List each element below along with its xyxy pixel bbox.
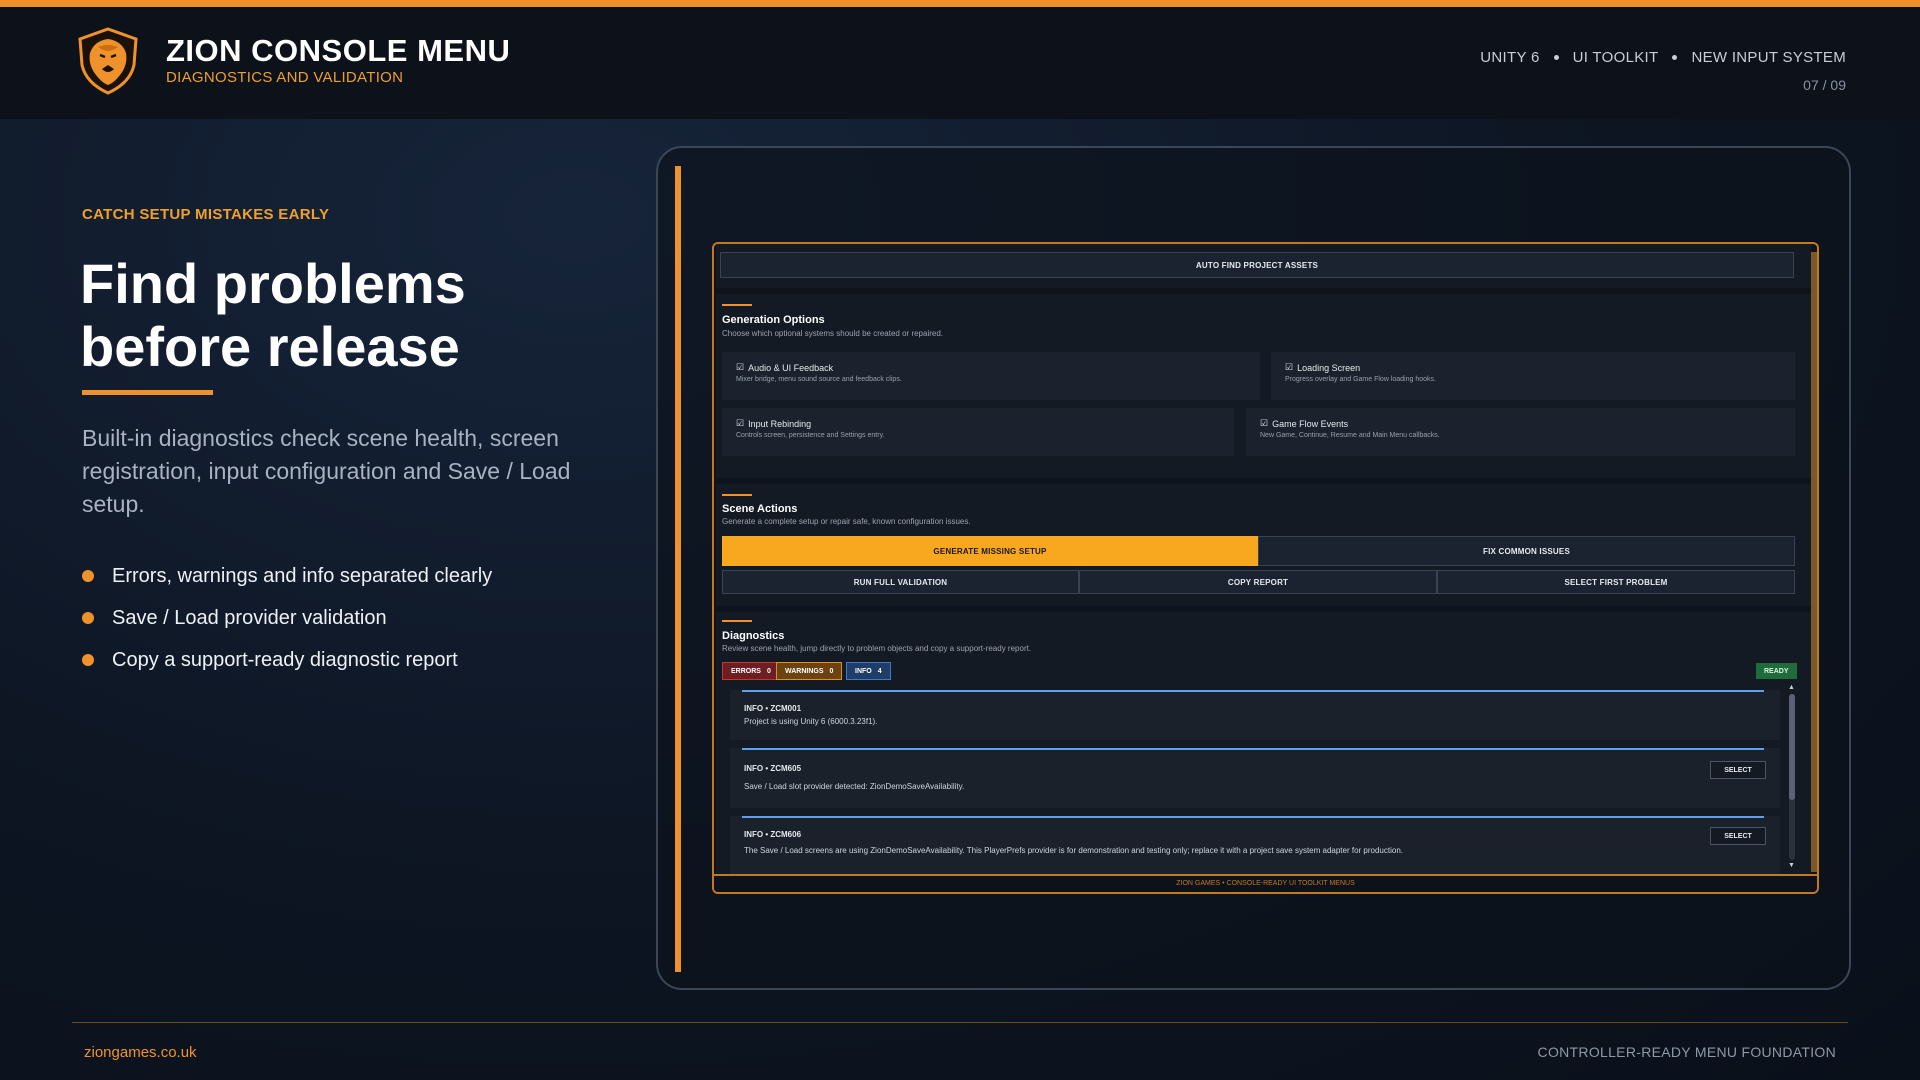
tech-input-system: NEW INPUT SYSTEM [1691, 49, 1846, 66]
description: Built-in diagnostics check scene health,… [82, 425, 571, 517]
website-link[interactable]: ziongames.co.uk [84, 1044, 197, 1061]
section-subtitle: Review scene health, jump directly to pr… [722, 644, 1032, 653]
list-item[interactable]: INFO • ZCM606 SELECT The Save / Load scr… [730, 816, 1780, 874]
section-subtitle: Choose which optional systems should be … [722, 329, 944, 338]
checkbox-checked-icon[interactable]: ☑ [1260, 418, 1268, 429]
section-subtitle: Generate a complete setup or repair safe… [722, 517, 971, 526]
bullet-dot [82, 612, 94, 624]
window-edge [1811, 252, 1817, 872]
list-item[interactable]: INFO • ZCM001 Project is using Unity 6 (… [730, 690, 1780, 740]
feature-list: Errors, warnings and info separated clea… [82, 555, 492, 681]
tech-ui-toolkit: UI TOOLKIT [1572, 49, 1659, 66]
lion-shield-icon [78, 27, 138, 95]
copy-report-button[interactable]: COPY REPORT [1079, 570, 1437, 594]
footer-tagline: CONTROLLER-READY MENU FOUNDATION [1537, 1044, 1836, 1060]
device-frame: AUTO FIND PROJECT ASSETS Generation Opti… [656, 146, 1851, 990]
page-counter: 07 / 09 [1803, 77, 1846, 93]
headline: Find problems before release [80, 252, 600, 378]
separator-dot [1672, 55, 1678, 60]
checkbox-checked-icon[interactable]: ☑ [736, 418, 744, 429]
app-subtitle: DIAGNOSTICS AND VALIDATION [166, 69, 404, 86]
device-accent-bar [675, 166, 681, 972]
status-badge: READY [1756, 663, 1797, 679]
warnings-filter[interactable]: WARNINGS 0 [776, 662, 843, 680]
scroll-down-icon[interactable]: ▼ [1788, 862, 1795, 869]
severity-filters: ERRORS 0 WARNINGS 0 INFO 4 [722, 662, 1022, 680]
diagnostics-list: INFO • ZCM001 Project is using Unity 6 (… [716, 690, 1811, 874]
auto-find-section: AUTO FIND PROJECT ASSETS [716, 244, 1811, 288]
scroll-up-icon[interactable]: ▲ [1788, 684, 1795, 691]
info-filter[interactable]: INFO 4 [846, 662, 891, 680]
footer-divider [72, 1022, 1848, 1023]
section-title: Generation Options [722, 314, 825, 326]
feature-item: Copy a support-ready diagnostic report [82, 639, 492, 681]
tech-unity: UNITY 6 [1480, 49, 1540, 66]
scrollbar-thumb[interactable] [1789, 694, 1795, 800]
fix-common-issues-button[interactable]: FIX COMMON ISSUES [1258, 536, 1795, 566]
window-footer: ZION GAMES • CONSOLE-READY UI TOOLKIT ME… [714, 874, 1817, 892]
headline-underline [82, 390, 213, 395]
auto-find-button[interactable]: AUTO FIND PROJECT ASSETS [720, 252, 1794, 278]
generate-missing-setup-button[interactable]: GENERATE MISSING SETUP [722, 536, 1258, 566]
errors-filter[interactable]: ERRORS 0 [722, 662, 780, 680]
feature-item: Save / Load provider validation [82, 597, 492, 639]
info-indicator [742, 748, 1764, 750]
info-indicator [742, 690, 1764, 692]
page-header: ZION CONSOLE MENU DIAGNOSTICS AND VALIDA… [0, 7, 1920, 119]
section-accent [722, 304, 752, 306]
section-title: Diagnostics [722, 630, 785, 642]
separator-dot [1553, 55, 1559, 60]
diagnostics-section: Diagnostics Review scene health, jump di… [716, 612, 1811, 874]
select-first-problem-button[interactable]: SELECT FIRST PROBLEM [1437, 570, 1795, 594]
headline-line-2: before release [80, 315, 460, 378]
option-audio-feedback[interactable]: ☑ Audio & UI Feedback Mixer bridge, menu … [722, 352, 1260, 400]
checkbox-checked-icon[interactable]: ☑ [736, 362, 744, 373]
select-button[interactable]: SELECT [1710, 827, 1766, 845]
section-title: Scene Actions [722, 503, 798, 515]
bullet-dot [82, 570, 94, 582]
select-button[interactable]: SELECT [1710, 761, 1766, 779]
generation-options-section: Generation Options Choose which optional… [716, 294, 1811, 478]
option-input-rebinding[interactable]: ☑ Input Rebinding Controls screen, persis… [722, 408, 1234, 456]
bullet-dot [82, 654, 94, 666]
checkbox-checked-icon[interactable]: ☑ [1285, 362, 1293, 373]
tech-stack: UNITY 6 UI TOOLKIT NEW INPUT SYSTEM [1480, 49, 1846, 66]
section-accent [722, 494, 752, 496]
option-loading-screen[interactable]: ☑ Loading Screen Progress overlay and Gam… [1271, 352, 1795, 400]
feature-item: Errors, warnings and info separated clea… [82, 555, 492, 597]
info-indicator [742, 816, 1764, 818]
headline-line-1: Find problems [80, 252, 466, 315]
option-game-flow-events[interactable]: ☑ Game Flow Events New Game, Continue, Re… [1246, 408, 1795, 456]
top-accent-bar [0, 0, 1920, 7]
list-item[interactable]: INFO • ZCM605 SELECT Save / Load slot pr… [730, 748, 1780, 808]
section-accent [722, 620, 752, 622]
app-title: ZION CONSOLE MENU [166, 33, 511, 68]
scene-actions-section: Scene Actions Generate a complete setup … [716, 484, 1811, 606]
run-full-validation-button[interactable]: RUN FULL VALIDATION [722, 570, 1079, 594]
eyebrow-label: CATCH SETUP MISTAKES EARLY [82, 206, 330, 223]
editor-window: AUTO FIND PROJECT ASSETS Generation Opti… [712, 242, 1819, 894]
